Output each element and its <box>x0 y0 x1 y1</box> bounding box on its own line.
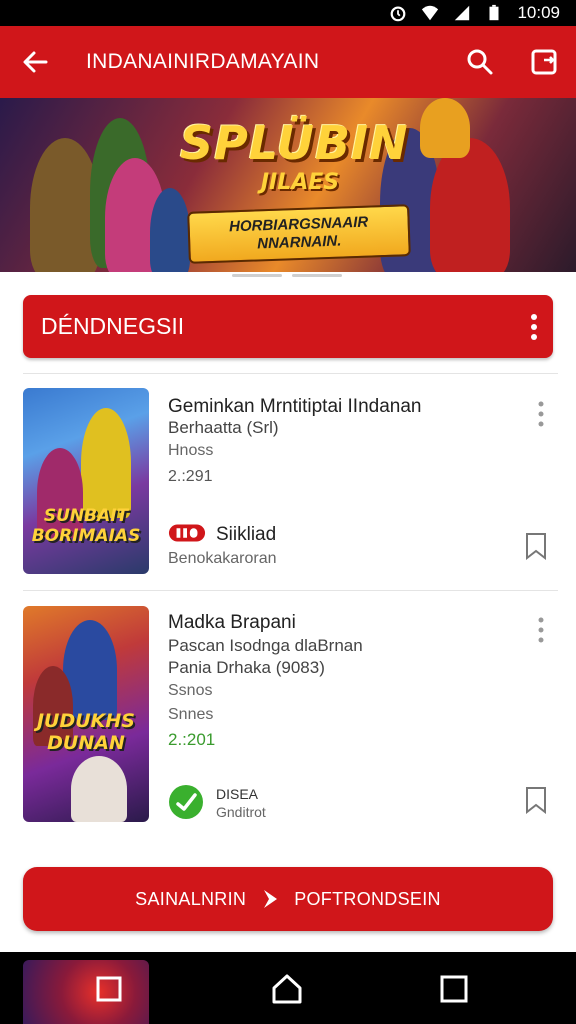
recents-nav-icon[interactable] <box>437 972 471 1006</box>
banner-logo-line2: JILAES <box>260 170 340 195</box>
share-button[interactable] <box>512 26 576 98</box>
item-tag: Gnditrot <box>216 804 266 820</box>
back-nav-icon[interactable] <box>92 972 126 1006</box>
pager-dot <box>232 274 282 277</box>
system-nav-bar <box>0 952 576 1024</box>
featured-banner[interactable]: SPLÜBIN JILAES HORBIARGSNAAIR NNARNAIN. <box>0 98 576 278</box>
app-bar: INDANAINIRDAMAYAIN <box>0 26 576 98</box>
banner-subtitle: HORBIARGSNAAIR NNARNAIN. <box>187 204 411 264</box>
badge-icon <box>168 524 206 542</box>
character-figure <box>71 756 127 822</box>
item-line: Hnoss <box>168 442 214 459</box>
button-label-left: SAINALNRIN <box>135 888 247 909</box>
share-icon <box>531 49 557 75</box>
bookmark-icon[interactable] <box>524 532 548 560</box>
home-nav-icon[interactable] <box>270 972 304 1006</box>
item-value: 2.:201 <box>168 730 216 749</box>
item-line: Berhaatta (Srl) <box>168 418 279 437</box>
alarm-icon <box>391 6 406 22</box>
button-label-right: POFTRONDSEIN <box>294 888 441 909</box>
bookmark-icon[interactable] <box>524 786 548 814</box>
game-thumbnail[interactable]: JUDUKHS DUNAN <box>23 606 149 822</box>
divider <box>23 590 558 591</box>
more-vert-icon[interactable] <box>536 616 546 644</box>
banner-logo: SPLÜBIN <box>180 116 409 170</box>
list-item[interactable]: JUDUKHS DUNAN Madka Brapani Pascan Isodn… <box>0 596 576 836</box>
item-line: Pascan Isodnga dlaBrnan <box>168 636 363 655</box>
app-title: INDANAINIRDAMAYAIN <box>86 50 320 73</box>
item-line: Snnes <box>168 706 214 723</box>
hero-figure <box>150 188 190 278</box>
character-figure <box>81 408 131 518</box>
search-icon <box>467 49 493 75</box>
hero-figure <box>430 138 510 278</box>
section-header: DÉNDNEGSII <box>0 278 576 373</box>
thumbnail-label: JUDUKHS DUNAN <box>36 710 135 754</box>
more-vert-icon[interactable] <box>529 313 539 341</box>
game-thumbnail[interactable]: SUNBAIT BORIMAIAS <box>23 388 149 574</box>
divider <box>23 373 558 374</box>
item-line: Ssnos <box>168 682 213 699</box>
search-button[interactable] <box>448 26 512 98</box>
recent-app-thumbnail[interactable] <box>23 960 149 1024</box>
section-pill[interactable]: DÉNDNEGSII <box>23 295 553 358</box>
primary-action-button[interactable]: SAINALNRIN POFTRONDSEIN <box>23 867 553 931</box>
back-button[interactable] <box>0 26 70 98</box>
item-line: Pania Drhaka (9083) <box>168 658 325 677</box>
status-bar: 10:09 <box>0 0 576 26</box>
pager-dot <box>292 274 342 277</box>
hero-figure <box>420 98 470 158</box>
wifi-icon <box>422 5 439 21</box>
item-tag: Benokakaroran <box>168 550 277 567</box>
signal-icon <box>455 5 470 21</box>
status-time: 10:09 <box>517 3 560 22</box>
arrow-icon <box>264 890 278 908</box>
section-title: DÉNDNEGSII <box>41 313 185 339</box>
battery-icon <box>489 4 499 21</box>
item-title: Geminkan Mrntitiptai IIndanan <box>168 396 422 417</box>
item-badge-text: Siikliad <box>216 524 277 545</box>
thumbnail-label: SUNBAIT BORIMAIAS <box>31 506 141 546</box>
arrow-back-icon <box>23 51 48 73</box>
list-item[interactable]: SUNBAIT BORIMAIAS Geminkan Mrntitiptai I… <box>0 380 576 590</box>
more-vert-icon[interactable] <box>536 400 546 428</box>
item-value: 2.:291 <box>168 468 213 485</box>
item-badge-text: DISEA <box>216 786 259 802</box>
check-badge-icon <box>169 785 203 819</box>
item-title: Madka Brapani <box>168 612 296 633</box>
